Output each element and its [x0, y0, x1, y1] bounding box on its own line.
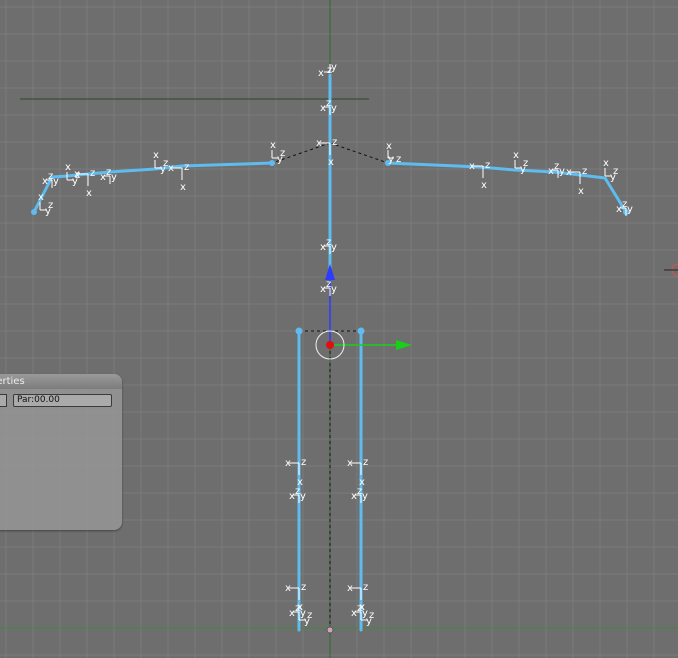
bone-axis-label: x: [65, 162, 71, 173]
bone-axis-label: x: [270, 140, 276, 151]
bone-axis-marker: xzy: [386, 141, 401, 165]
bone-axis-label: x: [86, 188, 92, 199]
bone-axis-label: z: [326, 279, 331, 290]
bone-axis-label: x: [481, 180, 487, 191]
bone-axis-label: z: [326, 98, 331, 109]
bone-axis-label: z: [523, 158, 528, 169]
bone-axis-label: x: [168, 163, 174, 174]
bone-axis-label: z: [163, 158, 168, 169]
bone-axis-label: x: [513, 150, 519, 161]
bone-axis-label: z: [332, 137, 337, 148]
bone-axis-label: x: [328, 157, 334, 168]
viewport-canvas[interactable]: xyzx yzx zxx yzx yzyxzxzyx zxyxzx yzx zxyxzx yzy…: [0, 0, 678, 658]
bone-axis-label: x: [469, 161, 475, 172]
bone-axis-label: x: [359, 602, 365, 613]
root-dot: [326, 626, 334, 634]
bone-axis-label: x: [316, 138, 322, 149]
bone-axis-label: z: [582, 166, 587, 177]
bone-axis-label: x: [578, 186, 584, 197]
3d-viewport[interactable]: xyzxyzxzxxyzxyzyxzxzyxzxyxzxyzxzxyxzxyzy…: [0, 0, 678, 658]
bone-axis-label: y: [111, 172, 117, 183]
bone-axis-label: x: [318, 68, 324, 79]
properties-row: Par:00.00: [0, 394, 122, 408]
par-field[interactable]: Par:00.00: [13, 394, 112, 407]
bone-axis-label: y: [331, 284, 337, 295]
pivot-point: [326, 341, 334, 349]
bone-axis-marker: xyz: [42, 171, 59, 188]
bone-axis-label: y: [53, 176, 59, 187]
bone-axis-label: x: [386, 141, 392, 152]
bone-axis-label: z: [295, 486, 300, 497]
bone-axis-label: z: [369, 610, 374, 621]
properties-panel-title: perties: [0, 376, 25, 387]
bone-axis-label: x: [153, 150, 159, 161]
bone-axis-label: x: [347, 583, 353, 594]
bone-axis-label: z: [90, 168, 95, 179]
bone-axis-label: z: [357, 486, 362, 497]
bone-axis-label: y: [300, 491, 306, 502]
bone-axis-label: z: [48, 200, 53, 211]
bone-axis-label: z: [280, 148, 285, 159]
manip-x-arrow: [396, 340, 412, 350]
bone-axis-label: x: [347, 458, 353, 469]
bone-axis-label: y: [362, 491, 368, 502]
bone-axis-label: z: [327, 65, 332, 76]
properties-panel-header[interactable]: perties: [0, 374, 122, 389]
bone-axis-label: y: [559, 166, 565, 177]
bone-axis-marker: yxz: [153, 150, 168, 175]
bone-axis-label: z: [301, 457, 306, 468]
bone-axis-label: x: [297, 602, 303, 613]
bone-axis-label: z: [363, 457, 368, 468]
bone-axis-label: z: [48, 171, 53, 182]
bone-axis-label: z: [363, 582, 368, 593]
bone-axis-label: z: [307, 610, 312, 621]
bone-axis-label: z: [554, 161, 559, 172]
bone-axis-marker: xyz: [548, 161, 565, 178]
bone-axis-label: z: [75, 170, 80, 181]
bone-axis-marker: x zx: [566, 166, 587, 197]
bone-axis-label: x: [285, 583, 291, 594]
bone-axis-label: x: [180, 182, 186, 193]
bone-axis-marker: x zx: [347, 457, 368, 488]
bone-axis-label: x: [38, 192, 44, 203]
bone-axis-marker: xyz: [320, 279, 337, 296]
bone-axis-label: z: [485, 160, 490, 171]
bone-axis-label: y: [388, 154, 394, 165]
bone-axis-label: z: [301, 582, 306, 593]
bone-axis-label: z: [396, 154, 401, 165]
manip-y-arrow: [325, 264, 335, 280]
bone-axis-label: z: [613, 166, 618, 177]
bone-axis-label: x: [285, 458, 291, 469]
bone-axis-label: y: [331, 103, 337, 114]
right-arm-bone: [386, 161, 628, 214]
bone-axis-marker: x zx: [469, 160, 490, 191]
bone-axis-label: y: [331, 242, 337, 253]
bone-axis-label: z: [184, 162, 189, 173]
properties-panel[interactable]: perties Par:00.00: [0, 374, 122, 530]
bone-axis-label: z: [106, 167, 111, 178]
bone-axis-marker: xyz: [318, 62, 337, 79]
bone-axis-label: z: [326, 237, 331, 248]
bone-axis-label: y: [627, 204, 633, 215]
bone-axis-label: z: [622, 199, 627, 210]
properties-left-field[interactable]: [0, 394, 7, 407]
bone-axis-label: x: [603, 158, 609, 169]
bone-axis-label: x: [566, 167, 572, 178]
